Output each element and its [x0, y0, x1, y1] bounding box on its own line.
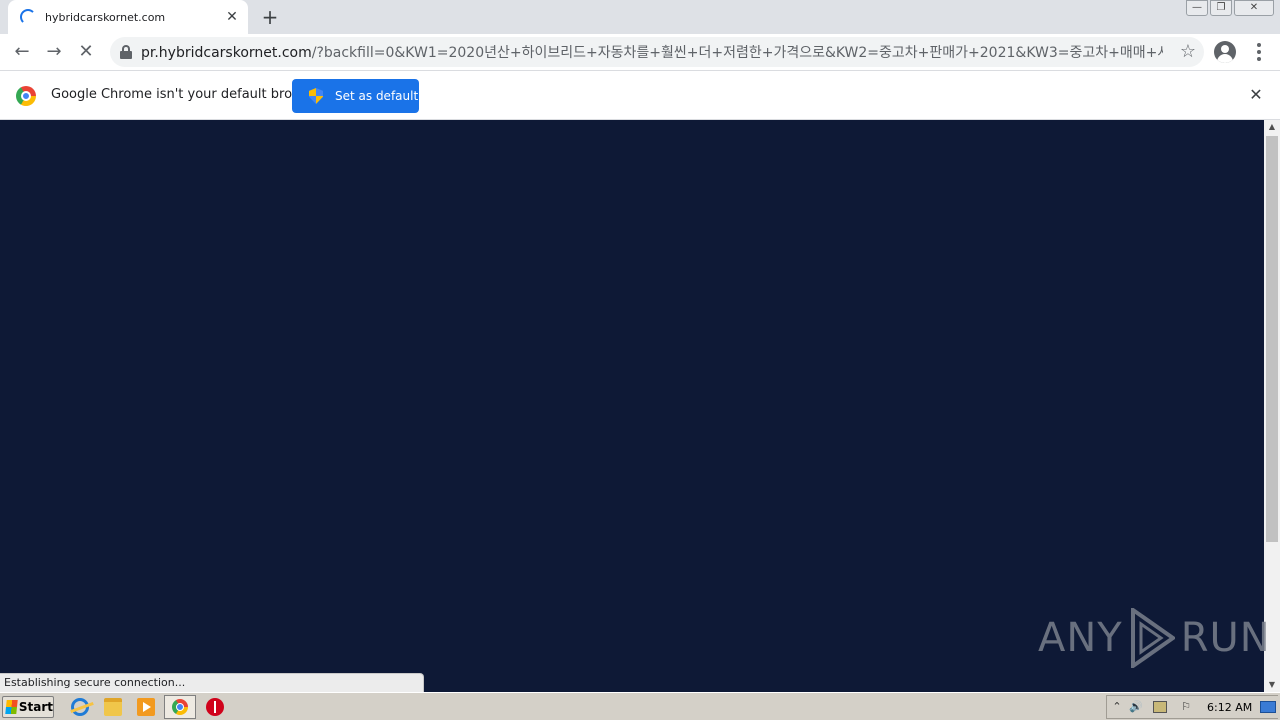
chrome-logo-icon — [16, 86, 36, 106]
set-as-default-button[interactable]: Set as default — [292, 79, 419, 113]
scroll-down-icon[interactable]: ▼ — [1264, 678, 1280, 692]
url-path: /?backfill=0&KW1=2020년산+하이브리드+자동차를+훨씬+더+… — [311, 45, 1163, 61]
action-center-flag-icon[interactable]: ⚐ — [1179, 700, 1193, 714]
minimize-button[interactable]: — — [1186, 0, 1208, 16]
back-button[interactable]: ← — [8, 38, 36, 66]
start-button[interactable]: Start — [2, 696, 54, 718]
ie-icon[interactable] — [71, 698, 89, 716]
volume-icon[interactable]: 🔊 — [1129, 700, 1143, 714]
profile-icon[interactable] — [1214, 41, 1236, 63]
loading-spinner-icon — [20, 9, 36, 25]
forward-button[interactable]: → — [40, 38, 68, 66]
clock[interactable]: 6:12 AM — [1207, 701, 1252, 714]
show-desktop-icon[interactable] — [1260, 701, 1276, 713]
watermark-right-text: RUN — [1180, 615, 1271, 661]
url-text[interactable]: pr.hybridcarskornet.com/?backfill=0&KW1=… — [141, 42, 1163, 62]
start-label: Start — [18, 700, 53, 714]
scroll-thumb[interactable] — [1266, 136, 1278, 542]
folder-icon[interactable] — [104, 698, 122, 716]
lock-icon[interactable] — [120, 45, 132, 59]
new-tab-button[interactable]: + — [258, 6, 282, 28]
tab-title: hybridcarskornet.com — [45, 10, 166, 24]
shield-icon — [309, 88, 323, 104]
stop-icon[interactable] — [206, 698, 224, 716]
page-content — [0, 120, 1264, 692]
play-logo-icon — [1130, 608, 1175, 668]
chrome-icon — [172, 699, 188, 715]
tray-expand-icon[interactable]: ⌃ — [1110, 700, 1124, 714]
page-scrollbar[interactable]: ▲ ▼ — [1264, 120, 1280, 692]
restore-button[interactable]: ❐ — [1210, 0, 1232, 16]
network-icon[interactable] — [1153, 701, 1167, 713]
system-tray: ⌃ 🔊 ⚐ 6:12 AM — [1106, 695, 1278, 719]
window-controls: — ❐ ✕ — [1186, 0, 1274, 16]
url-host: pr.hybridcarskornet.com — [141, 45, 312, 61]
taskbar: Start ⌃ 🔊 ⚐ 6:12 AM — [0, 692, 1280, 720]
stop-loading-button[interactable]: ✕ — [72, 38, 100, 66]
taskbar-chrome-button[interactable] — [164, 695, 196, 719]
tab-close-button[interactable]: ✕ — [224, 9, 240, 25]
set-as-default-label: Set as default — [335, 89, 419, 103]
star-icon[interactable]: ☆ — [1180, 41, 1196, 63]
browser-toolbar: ← → ✕ pr.hybridcarskornet.com/?backfill=… — [0, 34, 1280, 70]
tab-active[interactable]: hybridcarskornet.com ✕ — [8, 0, 248, 34]
watermark-left-text: ANY — [1038, 615, 1123, 661]
infobar-message: Google Chrome isn't your default browser — [51, 87, 323, 102]
menu-button[interactable] — [1250, 40, 1268, 64]
scroll-up-icon[interactable]: ▲ — [1264, 120, 1280, 134]
tab-strip: hybridcarskornet.com ✕ + — ❐ ✕ — [0, 0, 1280, 34]
infobar-close-button[interactable]: ✕ — [1246, 85, 1266, 105]
windows-flag-icon — [5, 700, 18, 714]
default-browser-infobar: Google Chrome isn't your default browser… — [0, 70, 1280, 120]
window-close-button[interactable]: ✕ — [1234, 0, 1274, 16]
anyrun-watermark: ANY RUN — [1038, 608, 1271, 668]
media-player-icon[interactable] — [137, 698, 155, 716]
address-bar[interactable]: pr.hybridcarskornet.com/?backfill=0&KW1=… — [110, 37, 1204, 67]
status-bubble: Establishing secure connection... — [0, 673, 424, 693]
